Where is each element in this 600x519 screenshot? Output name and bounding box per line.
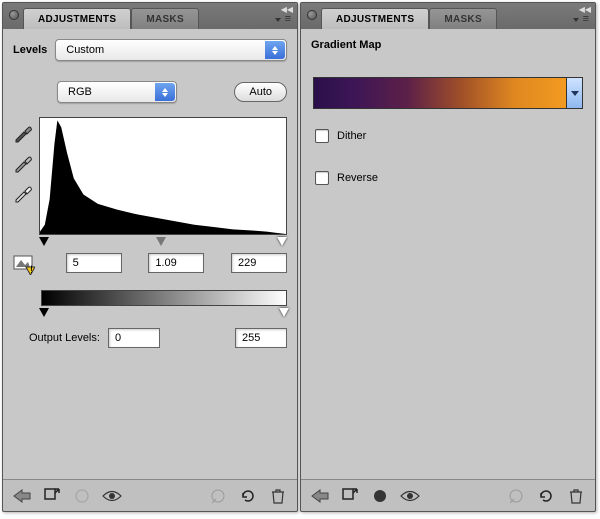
shadow-slider[interactable] [39, 237, 49, 246]
chevron-updown-icon [155, 83, 175, 101]
panel-footer [3, 479, 297, 511]
levels-panel: ADJUSTMENTS MASKS ◀◀ Levels Custom RGB A… [2, 2, 298, 512]
tab-bar: ADJUSTMENTS MASKS ◀◀ [301, 3, 595, 29]
circle-icon[interactable] [69, 485, 95, 507]
close-dot[interactable] [9, 10, 19, 20]
preset-value: Custom [66, 44, 104, 56]
dither-label: Dither [337, 130, 366, 142]
highlight-slider[interactable] [277, 237, 287, 246]
panel-footer [301, 479, 595, 511]
back-arrow-icon[interactable] [9, 485, 35, 507]
midtone-input[interactable] [148, 253, 204, 273]
dither-checkbox[interactable] [315, 129, 329, 143]
tab-masks[interactable]: MASKS [131, 8, 199, 29]
preset-select[interactable]: Custom [55, 39, 287, 61]
midtone-slider[interactable] [156, 237, 166, 246]
eyedropper-white-icon[interactable] [13, 183, 33, 203]
gradient-picker-button[interactable] [566, 78, 582, 108]
reset-icon[interactable] [533, 485, 559, 507]
auto-button[interactable]: Auto [234, 82, 287, 102]
reset-icon[interactable] [235, 485, 261, 507]
output-gradient [41, 290, 287, 306]
svg-text:!: ! [30, 264, 33, 275]
eyedropper-gray-icon[interactable] [13, 153, 33, 173]
reverse-label: Reverse [337, 172, 378, 184]
trash-icon[interactable] [265, 485, 291, 507]
output-high-input[interactable] [235, 328, 287, 348]
panel-menu-icon[interactable] [573, 15, 589, 25]
levels-title: Levels [13, 44, 47, 56]
clip-warning-icon[interactable]: ! [13, 253, 35, 278]
output-high-slider[interactable] [279, 308, 289, 317]
tab-adjustments[interactable]: ADJUSTMENTS [23, 8, 131, 29]
trash-icon[interactable] [563, 485, 589, 507]
chevron-updown-icon [265, 41, 285, 59]
gradient-preview[interactable] [313, 77, 583, 109]
channel-value: RGB [68, 86, 92, 98]
channel-select[interactable]: RGB [57, 81, 177, 103]
tab-adjustments[interactable]: ADJUSTMENTS [321, 8, 429, 29]
clip-icon[interactable] [205, 485, 231, 507]
output-slider-track[interactable] [41, 308, 287, 320]
circle-filled-icon[interactable] [367, 485, 393, 507]
close-dot[interactable] [307, 10, 317, 20]
gradient-map-panel: ADJUSTMENTS MASKS ◀◀ Gradient Map Dither… [300, 2, 596, 512]
tab-bar: ADJUSTMENTS MASKS ◀◀ [3, 3, 297, 29]
highlight-input[interactable] [231, 253, 287, 273]
eye-icon[interactable] [99, 485, 125, 507]
clip-icon[interactable] [503, 485, 529, 507]
output-low-slider[interactable] [39, 308, 49, 317]
eye-icon[interactable] [397, 485, 423, 507]
tab-masks[interactable]: MASKS [429, 8, 497, 29]
input-slider-track[interactable] [39, 237, 287, 249]
expand-icon[interactable] [39, 485, 65, 507]
eyedropper-black-icon[interactable] [13, 123, 33, 143]
expand-icon[interactable] [337, 485, 363, 507]
histogram-display [39, 117, 287, 235]
shadow-input[interactable] [66, 253, 122, 273]
reverse-checkbox[interactable] [315, 171, 329, 185]
gradient-map-title: Gradient Map [311, 39, 381, 51]
output-low-input[interactable] [108, 328, 160, 348]
output-levels-label: Output Levels: [29, 332, 100, 344]
panel-menu-icon[interactable] [275, 15, 291, 25]
back-arrow-icon[interactable] [307, 485, 333, 507]
